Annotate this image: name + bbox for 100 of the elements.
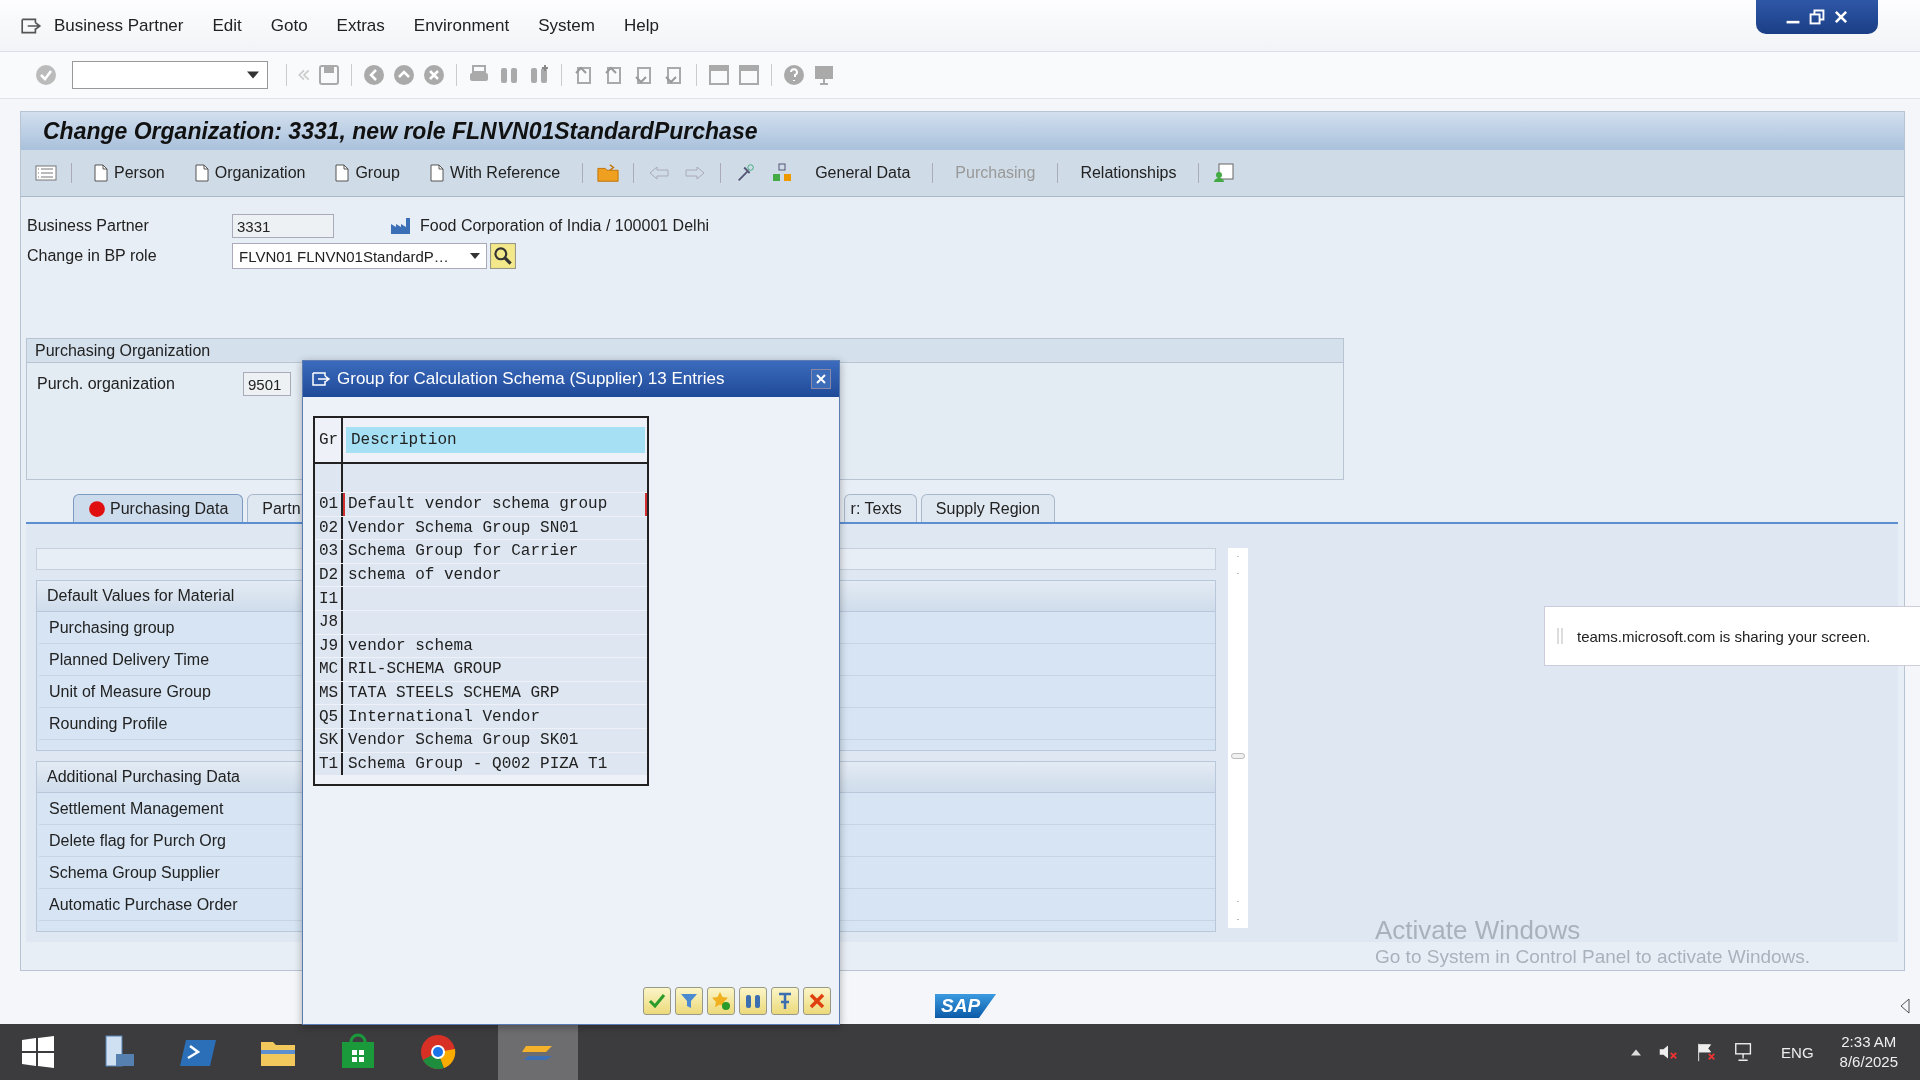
person-card-icon[interactable] (1213, 163, 1236, 183)
description-cell: International Vendor (348, 707, 541, 726)
code-cell: T1 (315, 752, 343, 776)
activation-message: Go to System in Control Panel to activate Windows. (1375, 946, 1811, 968)
binoculars-button[interactable] (739, 987, 767, 1015)
cancel-icon[interactable] (422, 63, 446, 87)
role-dropdown[interactable]: FLVN01 FLNVN01StandardP… (232, 243, 487, 269)
field-label: Change in BP role (27, 247, 158, 265)
column-header[interactable]: Gr (315, 418, 343, 462)
description-cell: Vendor Schema Group SN01 (348, 518, 579, 537)
drag-handle-icon[interactable] (1557, 628, 1563, 644)
language-indicator[interactable]: ENG (1781, 1043, 1814, 1061)
org-structure-icon[interactable] (771, 163, 794, 183)
menu-icon[interactable] (20, 16, 42, 35)
scroll-thumb[interactable] (1231, 752, 1245, 760)
star-add-button[interactable] (707, 987, 735, 1015)
table-row[interactable]: MC RIL-SCHEMA GROUP (315, 658, 647, 682)
description-cell: RIL-SCHEMA GROUP (348, 660, 502, 679)
menu-item[interactable]: Help (623, 15, 659, 36)
list-toggle-icon[interactable] (35, 163, 57, 183)
clock-date[interactable]: 8/6/2025 (1839, 1052, 1898, 1072)
double-chevron-icon[interactable] (297, 68, 311, 82)
dialog-icon (311, 371, 331, 387)
table-row[interactable]: D2 schema of vendor (315, 563, 647, 588)
description-cell: Default vendor schema group (348, 495, 608, 514)
sap-logo: SAP (935, 994, 997, 1018)
table-row[interactable]: T1 Schema Group - Q002 PIZA T1 (315, 752, 647, 777)
table-row[interactable]: Q5 International Vendor (315, 705, 647, 729)
tab[interactable]: r: Texts (843, 494, 917, 522)
table-row[interactable]: MS TATA STEELS SCHEMA GRP (315, 681, 647, 706)
purch-org-field[interactable]: 9501 (243, 372, 291, 396)
table-row[interactable]: I1 (315, 587, 647, 611)
code-cell: MC (315, 658, 343, 681)
command-field[interactable] (72, 61, 268, 89)
close-icon[interactable] (811, 369, 831, 389)
back-icon[interactable] (362, 63, 386, 87)
new-window-icon[interactable] (707, 63, 731, 87)
dropdown-arrow-icon[interactable] (470, 253, 480, 259)
search-icon[interactable] (490, 243, 516, 269)
code-cell: I1 (315, 587, 343, 610)
table-row[interactable]: J9 vendor schema (315, 634, 647, 659)
checkmark-icon (647, 991, 667, 1011)
table-row[interactable]: SK Vendor Schema Group SK01 (315, 728, 647, 753)
description-cell: TATA STEELS SCHEMA GRP (348, 684, 560, 703)
document-icon (94, 164, 108, 182)
close-icon[interactable] (1832, 8, 1850, 26)
tray-expand-icon[interactable] (1631, 1048, 1642, 1056)
table-row[interactable]: 02 Vendor Schema Group SN01 (315, 516, 647, 541)
dropdown-arrow-icon[interactable] (247, 71, 259, 79)
field-label: Business Partner (27, 217, 150, 235)
code-cell: J8 (315, 610, 343, 634)
pin-button[interactable] (771, 987, 799, 1015)
description-cell: Schema Group for Carrier (348, 542, 579, 561)
table-row[interactable]: J8 (315, 610, 647, 635)
help-icon[interactable] (782, 63, 806, 87)
code-cell: 01 (315, 493, 343, 516)
notice-text: teams.microsoft.com is sharing your screen. (1577, 627, 1871, 645)
sap-logon-button[interactable] (498, 1024, 578, 1080)
partner-description: Food Corporation of India / 100001 Delhi (420, 217, 710, 235)
code-cell: 03 (315, 540, 343, 563)
create-button[interactable]: Group (327, 160, 408, 186)
save-icon[interactable] (317, 63, 341, 87)
tab[interactable]: Supply Region (920, 494, 1055, 522)
collapse-icon[interactable] (1900, 998, 1910, 1014)
view-button[interactable]: Relationships (1072, 160, 1185, 186)
code-cell: SK (315, 728, 343, 752)
document-icon (335, 164, 350, 182)
menu-item[interactable]: Business Partner (54, 15, 184, 36)
exit-icon[interactable] (392, 63, 416, 87)
star-plus-icon (711, 991, 731, 1011)
filter-icon (679, 991, 699, 1011)
create-button[interactable]: With Reference (421, 160, 569, 186)
column-header[interactable]: Description (346, 427, 645, 453)
restore-icon[interactable] (1808, 8, 1826, 26)
menu-item[interactable]: Environment (413, 15, 510, 36)
create-button[interactable]: Organization (186, 160, 314, 186)
enter-icon[interactable] (34, 63, 58, 87)
shortcut-icon[interactable] (737, 63, 761, 87)
document-icon (429, 164, 444, 182)
group-title: Purchasing Organization (27, 339, 1343, 363)
view-button[interactable]: General Data (807, 160, 919, 186)
confirm-button[interactable] (643, 987, 671, 1015)
dialog-title: Group for Calculation Schema (Supplier) 13 Entries (337, 369, 726, 389)
browser-icon[interactable] (418, 1032, 458, 1072)
clock-time[interactable]: 2:33 AM (1841, 1032, 1897, 1052)
tab[interactable]: Purchasing Data (73, 494, 244, 522)
cancel-button[interactable] (803, 987, 831, 1015)
create-button[interactable]: Person (86, 160, 173, 186)
table-row[interactable]: 03 Schema Group for Carrier (315, 540, 647, 564)
monitor-icon[interactable] (812, 63, 836, 87)
table-row[interactable]: 01 Default vendor schema group (315, 493, 647, 517)
field-label: Purch. organization (36, 375, 176, 393)
menu-item[interactable]: Extras (336, 15, 385, 36)
flag-icon[interactable] (1695, 1041, 1718, 1063)
cancel-icon (807, 991, 827, 1011)
menu-item[interactable]: System (538, 15, 595, 36)
bp-number-field[interactable]: 3331 (232, 214, 334, 238)
menu-item[interactable]: Edit (212, 15, 242, 36)
menu-item[interactable]: Goto (270, 15, 308, 36)
filter-button[interactable] (675, 987, 703, 1015)
